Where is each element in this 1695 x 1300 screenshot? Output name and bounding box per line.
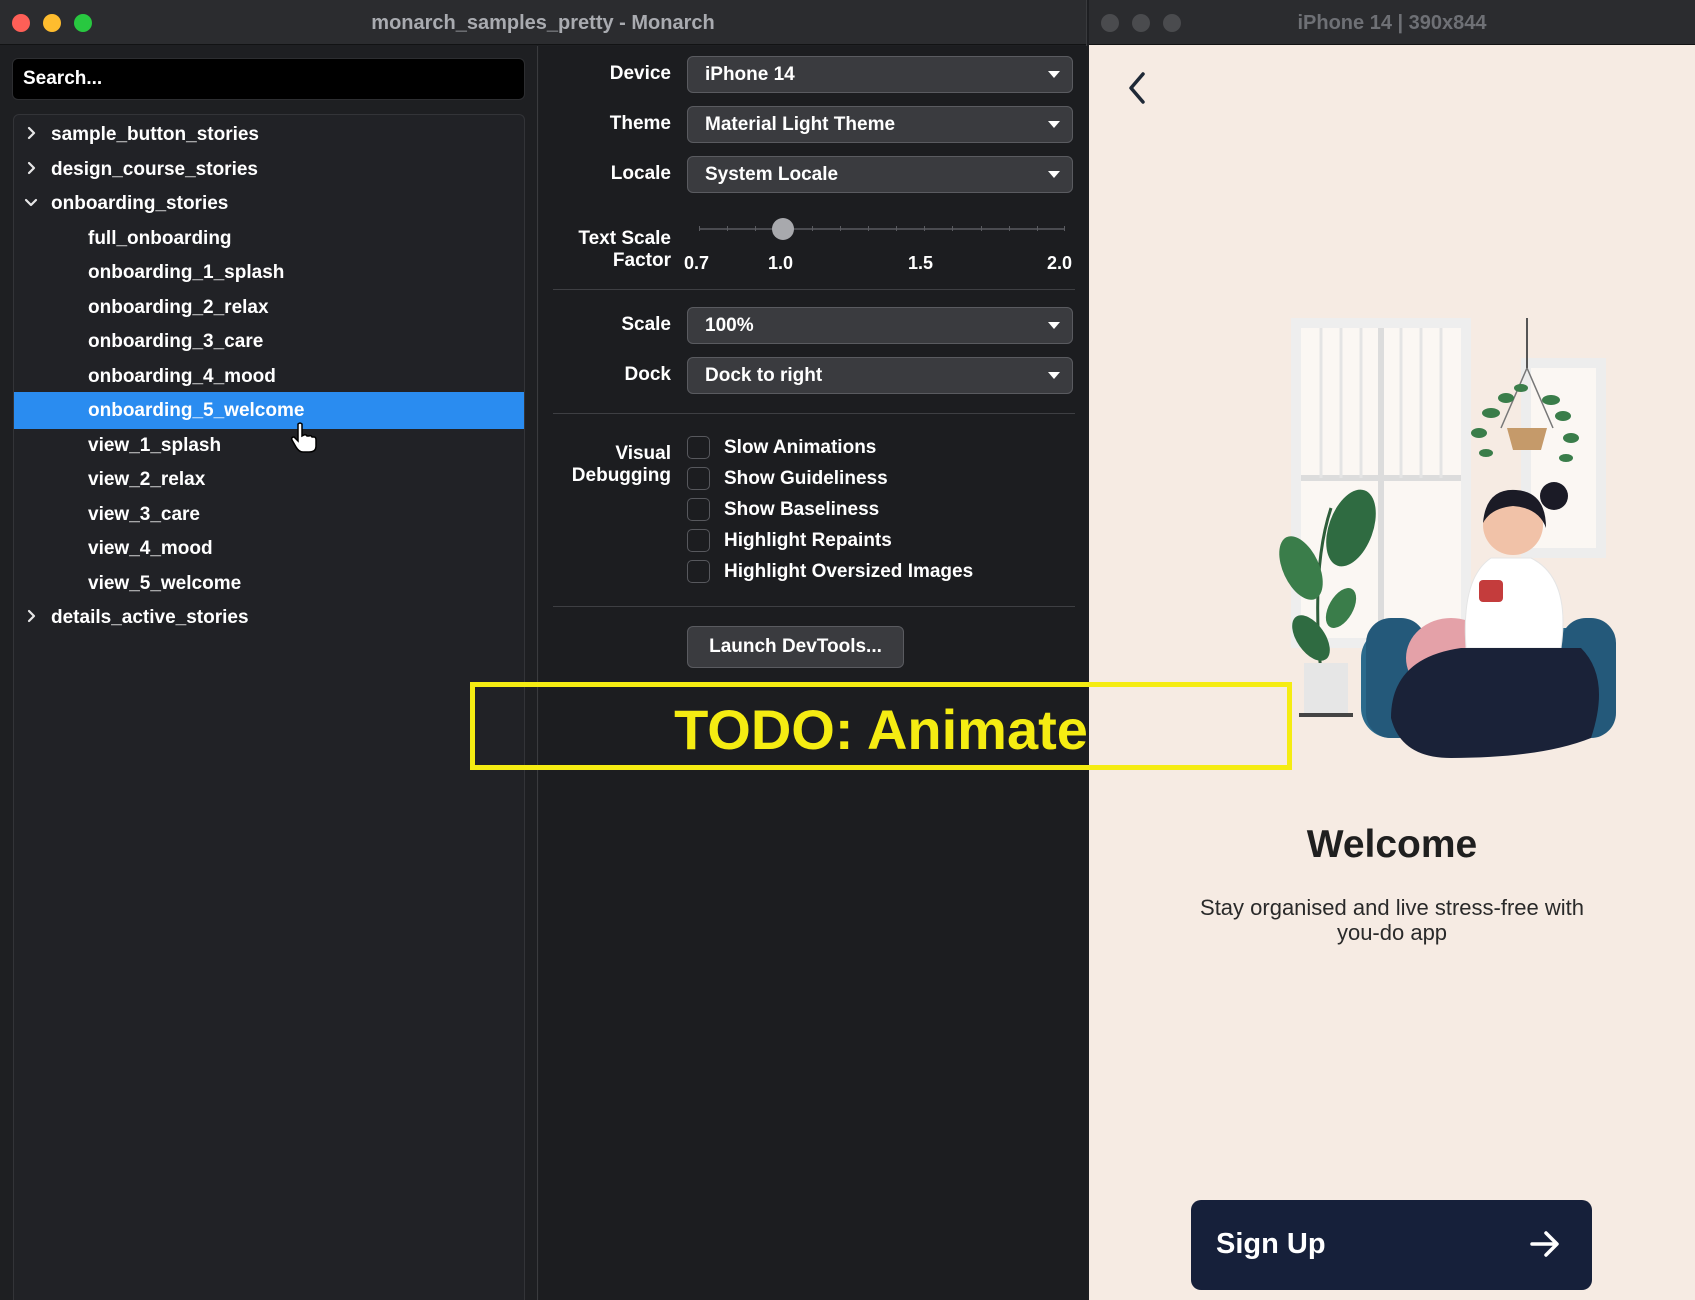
tree-item-onboarding-4-mood[interactable]: onboarding_4_mood	[14, 358, 524, 395]
stories-tree: sample_button_stories design_course_stori…	[13, 114, 525, 1300]
tree-item-label: view_1_splash	[88, 434, 222, 456]
device-label: Device	[609, 63, 671, 84]
divider	[553, 606, 1075, 607]
chevron-right-icon[interactable]	[24, 599, 40, 650]
tree-item-label: sample_button_stories	[51, 124, 259, 145]
tree-item-sample-button-stories[interactable]: sample_button_stories	[14, 116, 524, 153]
theme-value: Material Light Theme	[705, 114, 896, 135]
tree-item-view-2-relax[interactable]: view_2_relax	[14, 461, 524, 498]
tree-item-label: onboarding_3_care	[88, 331, 264, 352]
device-dropdown[interactable]: iPhone 14	[687, 56, 1073, 93]
locale-dropdown[interactable]: System Locale	[687, 156, 1073, 193]
theme-label: Theme	[609, 113, 671, 134]
sign-up-button[interactable]: Sign Up	[1191, 1200, 1592, 1290]
tree-item-onboarding-1-splash[interactable]: onboarding_1_splash	[14, 254, 524, 291]
locale-label: Locale	[610, 163, 671, 184]
todo-annotation: TODO: Animate	[470, 682, 1292, 770]
checkbox-box[interactable]	[687, 467, 710, 490]
tick-label: 1.0	[768, 253, 794, 273]
tree-item-label: onboarding_5_welcome	[88, 400, 305, 421]
tree-item-label: full_onboarding	[88, 227, 232, 249]
tree-item-view-3-care[interactable]: view_3_care	[14, 496, 524, 533]
tree-item-label: design_course_stories	[51, 158, 258, 180]
dock-dropdown[interactable]: Dock to right	[687, 357, 1073, 394]
text-scale-slider-thumb[interactable]	[772, 218, 794, 240]
tree-item-label: details_active_stories	[51, 607, 249, 628]
tree-item-full-onboarding[interactable]: full_onboarding	[14, 220, 524, 257]
hand-cursor-icon	[291, 422, 317, 453]
tree-item-onboarding-3-care[interactable]: onboarding_3_care	[14, 323, 524, 360]
tree-item-label: view_5_welcome	[88, 572, 242, 594]
dock-value: Dock to right	[705, 365, 823, 386]
text-scale-label-2: Factor	[612, 250, 671, 271]
settings-panel: Device iPhone 14 Theme Material Light Th…	[539, 46, 1087, 1300]
launch-devtools-button[interactable]: Launch DevTools...	[687, 626, 904, 668]
welcome-subtitle: Stay organised and live stress-free with…	[1200, 895, 1584, 945]
tree-item-design-course-stories[interactable]: design_course_stories	[14, 151, 524, 188]
dock-label: Dock	[624, 364, 671, 385]
tree-item-onboarding-5-welcome[interactable]: onboarding_5_welcome	[14, 392, 524, 429]
tree-item-label: onboarding_1_splash	[88, 262, 285, 283]
tree-item-onboarding-2-relax[interactable]: onboarding_2_relax	[14, 289, 524, 326]
caret-down-icon	[1048, 171, 1060, 178]
device-value: iPhone 14	[705, 64, 795, 85]
tick-label: 1.5	[908, 253, 934, 273]
tree-item-label: view_2_relax	[88, 469, 206, 490]
todo-text: TODO: Animate	[674, 698, 1088, 761]
scale-dropdown[interactable]: 100%	[687, 307, 1073, 344]
search-input[interactable]	[12, 58, 525, 100]
caret-down-icon	[1048, 322, 1060, 329]
text-scale-slider[interactable]	[699, 226, 1065, 231]
tree-item-onboarding-stories[interactable]: onboarding_stories	[14, 185, 524, 222]
scale-label: Scale	[621, 314, 671, 335]
tick-label: 0.7	[684, 253, 710, 273]
sign-up-label: Sign Up	[1216, 1228, 1326, 1260]
divider	[553, 289, 1075, 290]
divider	[553, 413, 1075, 414]
text-scale-label: Text Scale	[578, 228, 671, 249]
locale-value: System Locale	[705, 164, 839, 185]
tree-item-view-5-welcome[interactable]: view_5_welcome	[14, 565, 524, 602]
theme-dropdown[interactable]: Material Light Theme	[687, 106, 1073, 143]
welcome-heading: Welcome	[1306, 823, 1478, 866]
device-preview-window: iPhone 14 | 390x844 Welcome Stay organis…	[1089, 0, 1695, 1300]
visual-debugging-label-2: Debugging	[571, 465, 671, 486]
tree-item-label: onboarding_4_mood	[88, 365, 276, 387]
checkbox-box[interactable]	[687, 498, 710, 521]
preview-title: iPhone 14 | 390x844	[1297, 12, 1487, 34]
monarch-window: monarch_samples_pretty - Monarch sample_…	[0, 0, 1087, 1300]
tree-item-label: onboarding_stories	[51, 193, 229, 214]
checkbox-box[interactable]	[687, 529, 710, 552]
tree-item-label: view_3_care	[88, 503, 200, 525]
checkbox-box[interactable]	[687, 436, 710, 459]
monarch-titlebar: monarch_samples_pretty - Monarch	[0, 0, 1086, 45]
back-chevron-icon[interactable]	[1125, 70, 1149, 115]
scale-value: 100%	[705, 315, 754, 336]
checkbox-label: Show Baseliness	[724, 499, 880, 520]
caret-down-icon	[1048, 71, 1060, 78]
tree-item-label: view_4_mood	[88, 538, 213, 559]
tick-label: 2.0	[1047, 253, 1073, 273]
checkbox-label: Slow Animations	[724, 437, 877, 458]
checkbox-box[interactable]	[687, 560, 710, 583]
preview-titlebar: iPhone 14 | 390x844	[1089, 0, 1695, 45]
checkbox-label: Show Guideliness	[724, 468, 888, 489]
window-title: monarch_samples_pretty - Monarch	[371, 12, 715, 34]
checkbox-label: Highlight Oversized Images	[724, 561, 974, 582]
caret-down-icon	[1048, 372, 1060, 379]
caret-down-icon	[1048, 121, 1060, 128]
tree-item-label: onboarding_2_relax	[88, 296, 269, 318]
stories-panel: sample_button_stories design_course_stori…	[0, 46, 538, 1300]
tree-item-view-1-splash[interactable]: view_1_splash	[14, 427, 524, 464]
visual-debugging-label: Visual	[615, 443, 671, 464]
tree-item-view-4-mood[interactable]: view_4_mood	[14, 530, 524, 567]
arrow-right-icon	[1528, 1224, 1562, 1269]
checkbox-label: Highlight Repaints	[724, 530, 892, 551]
tree-item-details-active-stories[interactable]: details_active_stories	[14, 599, 524, 636]
